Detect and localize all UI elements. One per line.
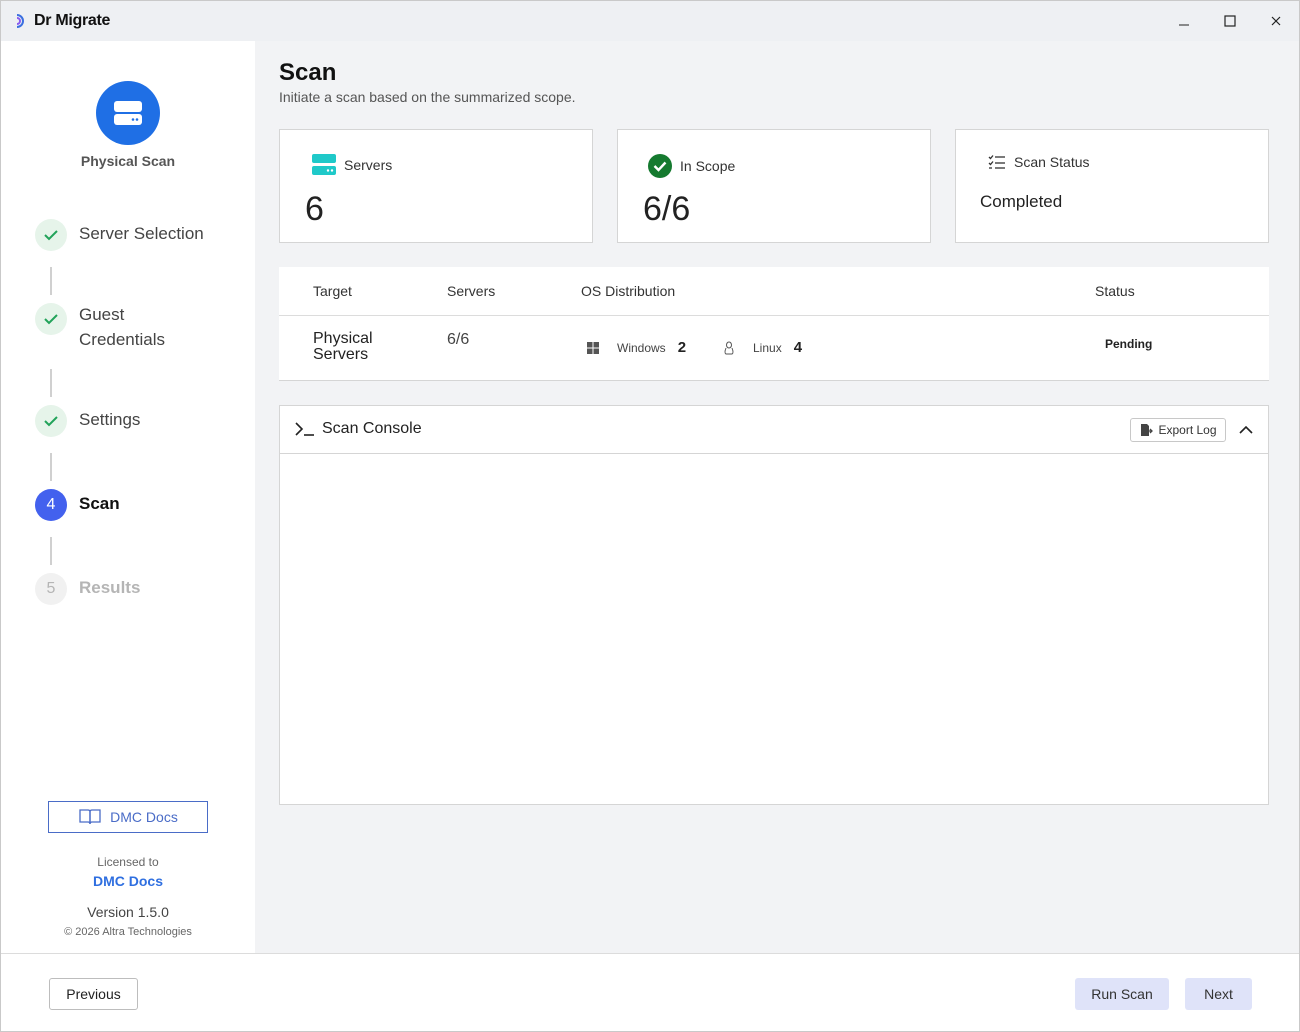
- step-label: Guest Credentials: [79, 302, 165, 352]
- servers-icon: [312, 154, 336, 175]
- step-label: Settings: [79, 410, 141, 429]
- linux-label: Linux: [753, 340, 782, 355]
- scan-console-output: [280, 455, 1268, 804]
- status-badge: Pending: [1105, 337, 1153, 351]
- windows-icon: [587, 341, 599, 354]
- app-title: Dr Migrate: [34, 12, 111, 29]
- footer-bar: Previous Run Scan Next: [1, 953, 1299, 1031]
- column-header-os: OS Distribution: [581, 283, 676, 299]
- page-title: Scan: [279, 59, 337, 86]
- sidebar: Physical Scan Server Selection Guest Cre…: [1, 41, 255, 953]
- windows-count: 2: [677, 339, 687, 356]
- in-scope-card: In Scope 6/6: [617, 129, 931, 243]
- step-connector: [50, 453, 52, 481]
- windows-label: Windows: [617, 340, 666, 355]
- step-done-indicator: [35, 405, 67, 437]
- in-scope-card-header: In Scope: [648, 154, 735, 178]
- step-scan[interactable]: 4 Scan: [35, 489, 120, 521]
- next-button[interactable]: Next: [1185, 978, 1252, 1010]
- check-icon: [44, 314, 58, 325]
- dmc-docs-label: DMC Docs: [110, 809, 178, 825]
- step-done-indicator: [35, 303, 67, 335]
- close-icon: [1271, 16, 1281, 26]
- step-number-badge: 4: [35, 489, 67, 521]
- step-connector: [50, 267, 52, 295]
- scan-console-title: Scan Console: [322, 420, 422, 437]
- servers-card-header: Servers: [312, 154, 392, 176]
- in-scope-value: 6/6: [643, 190, 691, 228]
- scan-status-card: Scan Status Completed: [955, 129, 1269, 243]
- step-label: Results: [79, 578, 141, 597]
- terminal-icon: [295, 422, 314, 436]
- check-icon: [44, 230, 58, 241]
- export-log-label: Export Log: [1158, 423, 1217, 437]
- close-button[interactable]: [1253, 1, 1299, 41]
- os-linux: Linux 4: [723, 339, 802, 356]
- scan-type-label: Physical Scan: [80, 153, 176, 169]
- servers-count: 6: [305, 190, 324, 228]
- step-results[interactable]: 5 Results: [35, 573, 140, 605]
- main-content: Scan Initiate a scan based on the summar…: [255, 41, 1299, 953]
- app-window: Dr Migrate Physical Scan Server Selectio…: [0, 0, 1300, 1032]
- licensed-to-label: Licensed to: [97, 855, 159, 869]
- checklist-icon: [988, 155, 1005, 169]
- run-scan-button[interactable]: Run Scan: [1075, 978, 1169, 1010]
- scan-console-header: Scan Console Export Log: [280, 406, 1268, 454]
- chevron-up-icon: [1239, 426, 1253, 434]
- target-cell: Physical Servers: [313, 331, 413, 363]
- column-header-servers: Servers: [447, 283, 496, 299]
- scan-status-card-header: Scan Status: [988, 154, 1090, 170]
- column-header-status: Status: [1095, 283, 1135, 299]
- in-scope-card-label: In Scope: [680, 158, 736, 174]
- collapse-console-button[interactable]: [1236, 420, 1256, 440]
- previous-button[interactable]: Previous: [49, 978, 138, 1010]
- step-label-line2: Credentials: [79, 330, 165, 349]
- physical-scan-icon: [96, 81, 160, 145]
- servers-card: Servers 6: [279, 129, 593, 243]
- book-icon: [79, 809, 101, 825]
- page-subtitle: Initiate a scan based on the summarized …: [279, 89, 576, 105]
- copyright-label: © 2026 Altra Technologies: [64, 926, 192, 938]
- title-bar: Dr Migrate: [1, 1, 1299, 41]
- maximize-icon: [1224, 15, 1236, 27]
- minimize-button[interactable]: [1161, 1, 1207, 41]
- target-line2: Servers: [313, 346, 369, 363]
- step-settings[interactable]: Settings: [35, 405, 140, 437]
- scope-table: Target Servers OS Distribution Status Ph…: [279, 267, 1269, 381]
- dr-migrate-logo-icon: [15, 12, 29, 30]
- scan-status-value: Completed: [980, 192, 1063, 211]
- check-icon: [44, 416, 58, 427]
- step-guest-credentials[interactable]: Guest Credentials: [35, 303, 165, 352]
- linux-icon: [724, 341, 734, 354]
- table-divider: [279, 315, 1269, 316]
- check-circle-icon: [648, 154, 672, 178]
- servers-card-label: Servers: [344, 157, 393, 173]
- scan-status-card-label: Scan Status: [1014, 154, 1090, 170]
- step-done-indicator: [35, 219, 67, 251]
- minimize-icon: [1179, 24, 1189, 26]
- servers-cell: 6/6: [447, 331, 470, 348]
- step-server-selection[interactable]: Server Selection: [35, 219, 204, 251]
- step-connector: [50, 369, 52, 397]
- dmc-docs-button[interactable]: DMC Docs: [48, 801, 208, 833]
- version-label: Version 1.5.0: [87, 904, 169, 920]
- export-icon: [1141, 424, 1154, 436]
- window-controls: [1161, 1, 1299, 41]
- licensee-name: DMC Docs: [92, 873, 163, 889]
- scan-console: Scan Console Export Log: [279, 405, 1269, 805]
- column-header-target: Target: [313, 283, 352, 299]
- step-label: Scan: [79, 494, 120, 513]
- os-windows: Windows 2: [587, 339, 686, 356]
- export-log-button[interactable]: Export Log: [1130, 418, 1226, 442]
- target-line1: Physical: [313, 330, 373, 347]
- linux-count: 4: [793, 339, 803, 356]
- step-label-line1: Guest: [79, 305, 125, 324]
- step-number-badge: 5: [35, 573, 67, 605]
- maximize-button[interactable]: [1207, 1, 1253, 41]
- step-connector: [50, 537, 52, 565]
- step-label: Server Selection: [79, 224, 204, 243]
